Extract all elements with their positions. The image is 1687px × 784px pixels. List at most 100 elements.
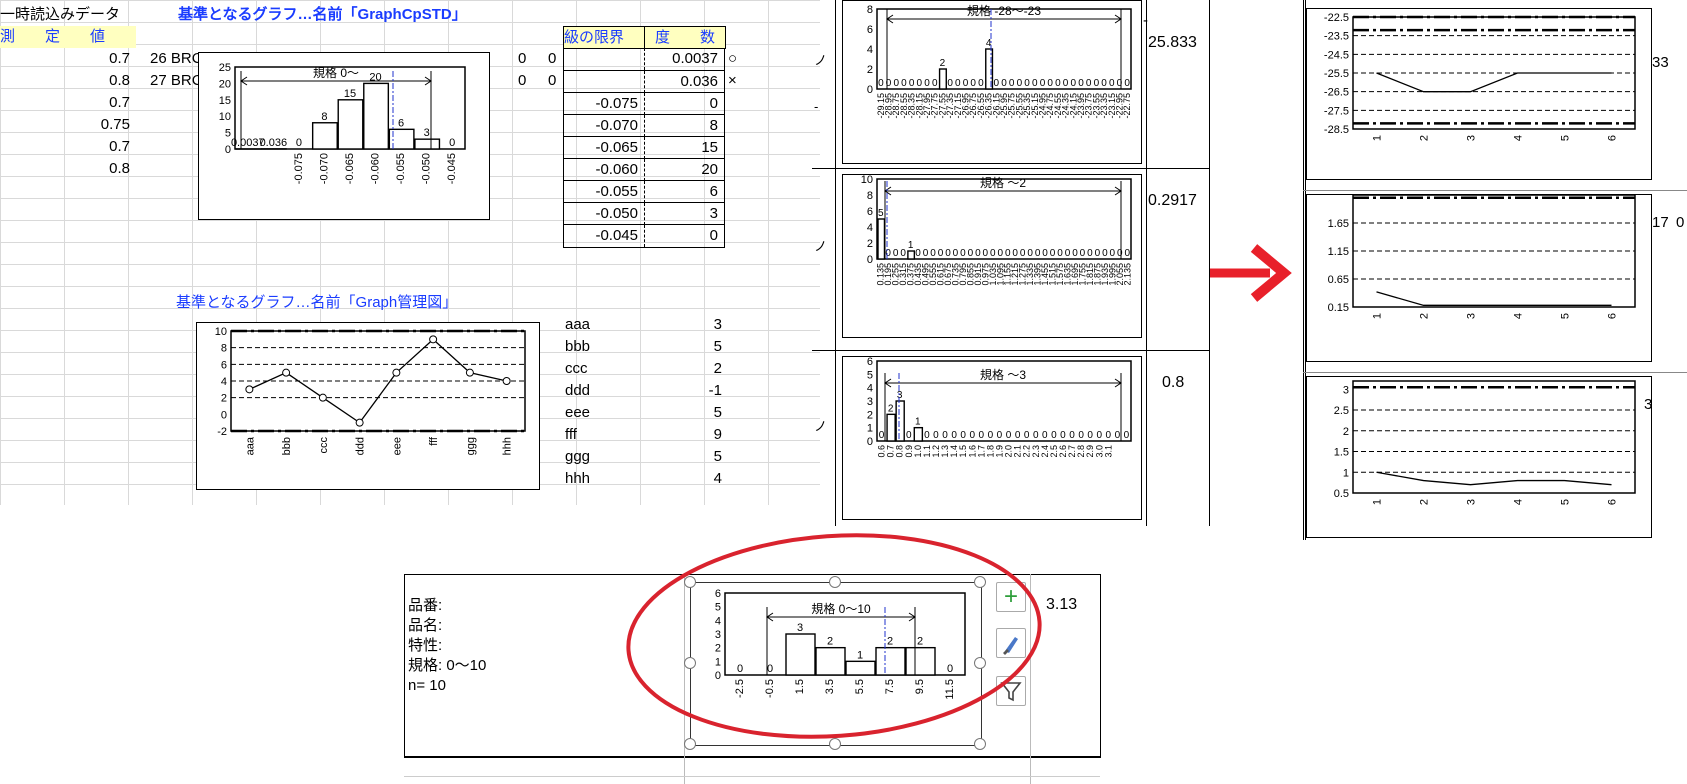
x-tick-label: -0.060 xyxy=(370,153,382,184)
bar-value-label: 0 xyxy=(909,78,915,89)
right-chart-2[interactable]: 1.65 1.15 0.65 0.15 1 2 3 4 5 6 xyxy=(1306,194,1652,362)
bar-value-label: 0 xyxy=(893,248,899,259)
data-point xyxy=(318,393,327,402)
class-count: 0 xyxy=(644,93,724,115)
y-tick-label: -25.5 xyxy=(1324,68,1349,80)
class-table: 0.0037 0.036 -0.075 0 -0.070 8 -0.065 15 -0.060 2… xyxy=(563,48,725,248)
right-value-3: 3 xyxy=(1644,396,1653,413)
highlight-ellipse xyxy=(626,533,1042,739)
measure-value: 0.7 xyxy=(109,138,130,155)
data-point xyxy=(465,368,474,377)
bar-value-label: 0 xyxy=(1065,248,1071,259)
panel1-svg: 024680-29.150-28.950-28.750-28.550-28.35… xyxy=(867,3,1132,119)
panel2-svg: 024681050.13500.19500.25500.31510.37500.… xyxy=(861,175,1133,286)
product-info: 品番: 品名: 特性: 規格: 0〜10 n= 10 xyxy=(408,596,486,696)
y-tick-label: 4 xyxy=(867,44,873,56)
right-chart-3[interactable]: 3 2.5 2 1.5 1 0.5 1 2 3 4 5 6 xyxy=(1306,376,1652,538)
x-tick-label: hhh xyxy=(502,437,514,455)
bar-value-label: 0 xyxy=(1024,78,1030,89)
ctrl-value: 5 xyxy=(713,448,722,465)
x-tick-label: -0.045 xyxy=(446,153,458,184)
bar-value-label: 0 xyxy=(969,430,975,441)
bar-value-label: 0 xyxy=(885,248,891,259)
panel-sep-2 xyxy=(812,350,1210,351)
y-tick-label: -27.5 xyxy=(1324,105,1349,117)
panel-chart-2[interactable]: 0 2 4 6 8 10 5 0.135 0 0.195 0 0.255 0 0.315 1 0.375 0 0.… xyxy=(842,174,1142,338)
y-tick-label: 1 xyxy=(1343,467,1349,479)
bar-value-label: 0 xyxy=(1124,248,1130,259)
right-chart-1[interactable]: -22.5 -23.5 -24.5 -25.5 -26.5 -27.5 -28.5 1 2 3 4 5… xyxy=(1306,8,1652,180)
bar-value-label: 0 xyxy=(988,430,994,441)
info-line: 特性: xyxy=(408,637,443,654)
bar-value-label: 0 xyxy=(945,248,951,259)
bar-value-label: 0 xyxy=(1042,248,1048,259)
panel-chart-3[interactable]: 0 1 2 3 4 5 6 0 0.6 2 0.7 3 0.8 0 0.9 1 1.0 0 1.1 0 1.2 0 1.3 0… xyxy=(842,356,1142,520)
bar-value-label: 0 xyxy=(930,248,936,259)
x-tick-label: 6 xyxy=(1607,313,1619,319)
plot-area xyxy=(876,8,1132,90)
spec-label: 規格 〜3 xyxy=(980,367,1026,382)
bar-value-label: 0 xyxy=(1063,78,1069,89)
y-tick-label: 5 xyxy=(867,369,873,381)
data-point xyxy=(282,368,291,377)
class-limit: -0.050 xyxy=(595,205,638,222)
bar-value-label: 0 xyxy=(1033,430,1039,441)
y-tick-label: 8 xyxy=(867,4,873,16)
bar xyxy=(895,400,905,442)
panel-value-1: 25.833 xyxy=(1148,34,1197,51)
y-tick-label: 8 xyxy=(221,343,227,355)
class-row: -0.070 8 xyxy=(564,114,724,137)
bar-value-label: 0 xyxy=(1027,248,1033,259)
zero-a: 0 xyxy=(518,50,527,67)
x-tick-label: eee xyxy=(391,437,403,455)
class-count: 0.036 xyxy=(644,71,724,93)
ctrl-label: ggg xyxy=(565,448,591,465)
bar xyxy=(913,426,924,442)
bar-value-label: 0 xyxy=(1015,430,1021,441)
bar-value-label: 0 xyxy=(951,430,957,441)
bar-value-label: 0 xyxy=(915,248,921,259)
bar-value-label: 0 xyxy=(1001,78,1007,89)
frequency-header: 度 数 xyxy=(644,26,726,49)
class-count: 8 xyxy=(644,115,724,137)
panel-value-dash: - xyxy=(1143,12,1148,29)
info-line: 品名: xyxy=(408,617,443,634)
panel-chart-1[interactable]: 0 2 4 6 8 0 -29.15 0 -28.95 0 -28.75 0 -28.55 0 -28.35… xyxy=(842,0,1142,164)
bar-value-label: 0 xyxy=(1032,78,1038,89)
panel-tick-2: - xyxy=(814,99,819,114)
bar-value-label: 0 xyxy=(1078,78,1084,89)
data-point xyxy=(429,335,438,344)
chart-graph-cp-std[interactable]: 0 5 10 15 20 25 0.0037 0.036 0 -0.075 8 -0.070 15 -0.… xyxy=(198,52,490,220)
bottom-right-border xyxy=(1100,574,1101,758)
y-tick-label: 1.15 xyxy=(1328,246,1349,258)
y-tick-label: 25 xyxy=(219,62,231,74)
y-tick-label: 6 xyxy=(867,24,873,36)
spec-label: 規格 -28〜-23 xyxy=(967,3,1041,18)
panel3-svg: 012345600.620.730.800.911.001.101.201.30… xyxy=(867,357,1132,458)
panel-border-left xyxy=(835,0,836,526)
bar-value-label: 0 xyxy=(968,248,974,259)
series-line xyxy=(1376,72,1612,93)
bar xyxy=(311,122,338,150)
bar-value-label: 2 xyxy=(940,58,946,69)
y-tick-label: 0 xyxy=(867,254,873,266)
bar-value-label: 0.036 xyxy=(260,137,288,149)
y-tick-label: 2 xyxy=(867,409,873,421)
bar-value-label: 0 xyxy=(947,78,953,89)
class-count: 15 xyxy=(644,137,724,159)
bar-value-label: 0 xyxy=(1087,248,1093,259)
y-tick-label: 4 xyxy=(867,222,873,234)
x-tick-label: ddd xyxy=(355,437,367,455)
x-tick-label: 5 xyxy=(1560,313,1572,319)
bar-value-label: 0 xyxy=(1057,248,1063,259)
data-point xyxy=(245,385,254,394)
bottom-value: 3.13 xyxy=(1046,596,1078,613)
chart-graph-control[interactable]: -2 0 2 4 6 8 10 aaa bbb ccc ddd eee fff ggg hhh xyxy=(196,322,540,490)
bar-value-label: 20 xyxy=(369,71,381,83)
bar xyxy=(907,250,916,260)
panel-tick-1: ノ xyxy=(814,53,828,68)
bar-value-label: 1 xyxy=(908,240,914,251)
bar xyxy=(886,413,896,442)
panel-value-3: 0.8 xyxy=(1162,374,1185,391)
class-limit: -0.045 xyxy=(595,227,638,244)
